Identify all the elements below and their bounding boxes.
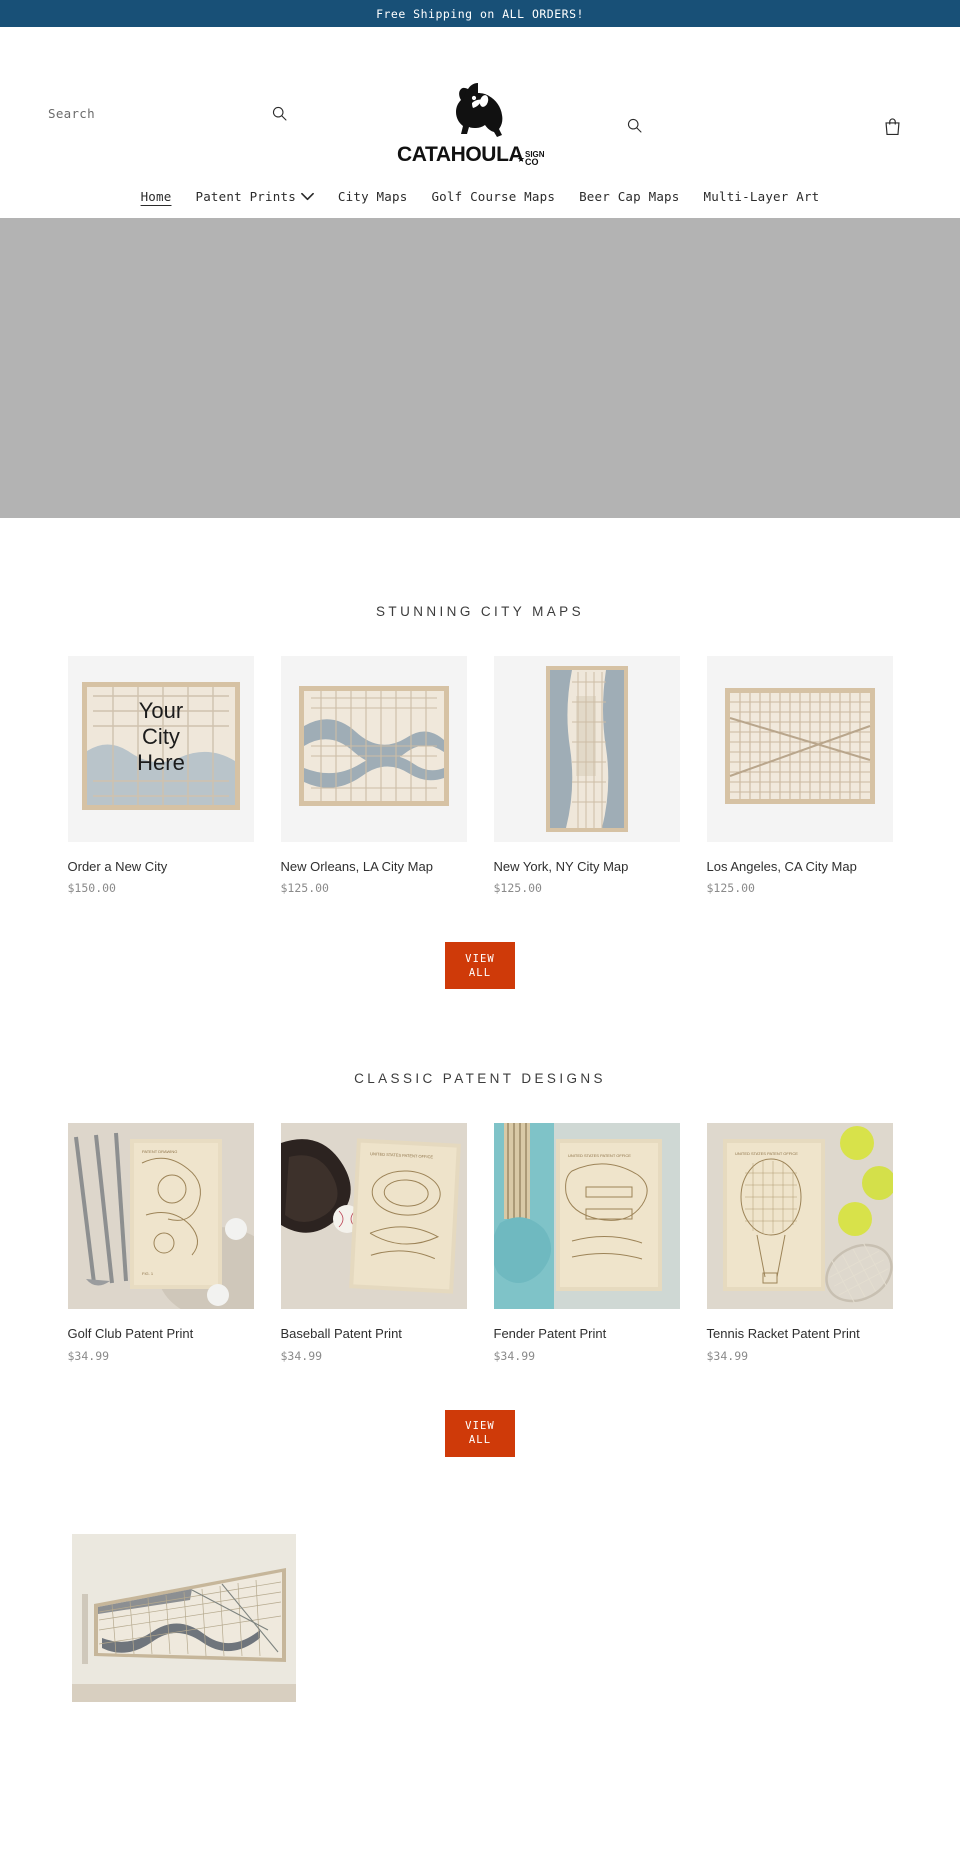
svg-text:FIG. 1: FIG. 1 [142,1271,154,1276]
feature-section [0,1533,960,1702]
svg-text:UNITED STATES PATENT OFFICE: UNITED STATES PATENT OFFICE [735,1151,798,1156]
product-title: Fender Patent Print [493,1326,607,1342]
announcement-bar: Free Shipping on ALL ORDERS! [0,0,960,27]
product-price: $125.00 [493,881,542,896]
product-title: Tennis Racket Patent Print [706,1326,860,1342]
nav-label: Golf Course Maps [431,188,556,204]
product-grid-patent-prints: PATENT DRAWING FIG. 1 Golf Club Patent Pr… [0,1123,960,1363]
search-icon[interactable] [271,105,288,122]
view-all-city-maps-button[interactable]: VIEW ALL [445,942,515,990]
product-title: Baseball Patent Print [280,1326,402,1342]
search-input[interactable] [48,106,238,121]
art-line1: Your [138,698,182,723]
view-all-line2: ALL [468,966,492,979]
view-all-line2: ALL [468,1434,492,1446]
product-price: $125.00 [706,881,755,896]
product-title: Order a New City [67,859,168,874]
product-image-golf-club-patent[interactable]: PATENT DRAWING FIG. 1 [67,1123,254,1310]
product-card[interactable]: UNITED STATES PATENT OFFICE Tennis Racke… [706,1123,893,1363]
product-title: Golf Club Patent Print [67,1326,194,1342]
product-card[interactable]: New York, NY City Map $125.00 [493,656,680,896]
nav-item-patent-prints[interactable]: Patent Prints [195,188,314,204]
site-header: CATAHOULA SIGN CO ★ [0,27,960,178]
nav-item-multi-layer-art[interactable]: Multi-Layer Art [704,189,820,204]
product-price: $125.00 [280,881,329,896]
product-card[interactable]: Your City Here Order a New City $150.00 [67,656,254,896]
svg-text:CO: CO [525,157,539,167]
product-card[interactable]: Los Angeles, CA City Map $125.00 [706,656,893,896]
nav-label: Home [140,188,172,204]
product-card[interactable]: New Orleans, LA City Map $125.00 [280,656,467,896]
section-title-city-maps: STUNNING CITY MAPS [376,604,584,619]
section-title-patent-designs: CLASSIC PATENT DESIGNS [354,1071,606,1087]
nav-item-golf-course-maps[interactable]: Golf Course Maps [431,189,555,204]
product-price: $34.99 [706,1348,749,1363]
svg-text:★: ★ [517,154,525,164]
product-image-new-orleans[interactable] [280,656,467,842]
nav-label: Beer Cap Maps [579,188,680,204]
product-image-los-angeles[interactable] [706,656,893,842]
product-card[interactable]: PATENT DRAWING FIG. 1 Golf Club Patent Pr… [67,1123,254,1363]
site-logo[interactable]: CATAHOULA SIGN CO ★ [393,79,567,167]
nav-label: Multi-Layer Art [703,188,820,204]
product-image-baseball-patent[interactable]: UNITED STATES PATENT OFFICE [280,1123,467,1310]
section-patent-prints: CLASSIC PATENT DESIGNS PATENT DRAWING FI… [0,989,960,1457]
view-all-patent-prints-button[interactable]: VIEW ALL [445,1409,515,1457]
nav-label: Patent Prints [195,188,296,204]
product-title: Los Angeles, CA City Map [706,859,857,874]
svg-text:UNITED STATES PATENT OFFICE: UNITED STATES PATENT OFFICE [568,1153,631,1158]
product-image-fender-patent[interactable]: UNITED STATES PATENT OFFICE [493,1123,680,1310]
product-card[interactable]: UNITED STATES PATENT OFFICE Baseball Pat… [280,1123,467,1363]
product-title: New York, NY City Map [493,859,629,874]
product-image-new-york[interactable] [493,656,680,842]
product-title: New Orleans, LA City Map [280,859,433,874]
nav-label: City Maps [337,188,408,204]
svg-text:PATENT DRAWING: PATENT DRAWING [142,1149,177,1154]
chevron-down-icon [301,189,314,204]
header-search[interactable] [48,105,288,122]
product-card[interactable]: UNITED STATES PATENT OFFICE Fender Paten… [493,1123,680,1363]
catahoula-dog-head-icon [456,83,503,137]
shopping-bag-icon[interactable] [884,117,901,136]
art-line2: City [142,724,180,749]
hero-banner[interactable] [0,218,960,518]
product-grid-city-maps: Your City Here Order a New City $150.00 [0,656,960,895]
nav-item-beer-cap-maps[interactable]: Beer Cap Maps [579,189,679,204]
nav-item-home[interactable]: Home [141,189,172,204]
product-image-tennis-racket-patent[interactable]: UNITED STATES PATENT OFFICE [706,1123,893,1310]
logo-wordmark: CATAHOULA SIGN CO ★ [397,143,545,167]
art-line3: Here [137,750,185,775]
view-all-line1: VIEW [465,1420,495,1432]
product-price: $34.99 [493,1348,536,1363]
product-image-order-a-new-city[interactable]: Your City Here [67,656,254,842]
main-navigation: Home Patent Prints City Maps Golf Course… [0,178,960,218]
header-search-icon[interactable] [626,117,643,134]
feature-image-panoramic-wall-map[interactable] [72,1533,296,1702]
product-price: $150.00 [67,881,116,896]
svg-text:CATAHOULA: CATAHOULA [397,143,524,166]
announcement-text: Free Shipping on ALL ORDERS! [376,6,584,21]
nav-item-city-maps[interactable]: City Maps [338,189,408,204]
view-all-line1: VIEW [465,952,495,965]
product-price: $34.99 [67,1348,110,1363]
section-city-maps: STUNNING CITY MAPS Your City Here Order … [0,518,960,990]
product-price: $34.99 [280,1348,323,1363]
